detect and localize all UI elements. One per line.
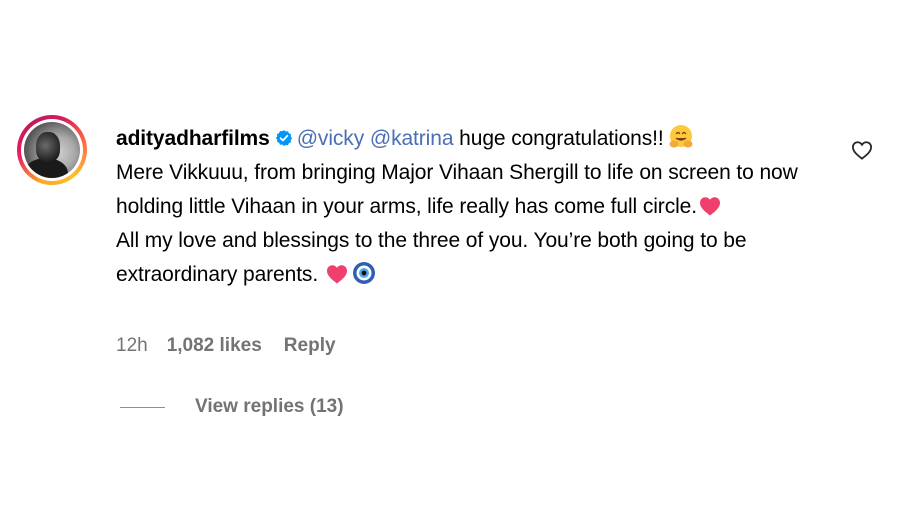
hugging-face-emoji <box>669 125 693 148</box>
avatar-image <box>24 122 80 178</box>
heart-outline-icon[interactable] <box>851 140 873 160</box>
view-replies-button[interactable]: View replies (13) <box>120 396 344 418</box>
comment-text-start: huge congratulations!! <box>453 127 664 150</box>
comment-blessing-line: All my love and blessings to the three o… <box>116 229 747 286</box>
reply-button[interactable]: Reply <box>284 333 336 359</box>
comment-meta: 12h 1,082 likes Reply <box>116 333 336 359</box>
avatar[interactable] <box>17 115 87 185</box>
replies-divider <box>120 406 165 408</box>
verified-badge-icon <box>275 130 292 146</box>
timestamp[interactable]: 12h <box>116 333 148 359</box>
nazar-amulet-emoji <box>352 262 375 284</box>
comment-text: adityadharfilms @vicky @katrina huge con… <box>116 122 831 292</box>
mention-katrina[interactable]: @katrina <box>370 127 454 150</box>
comment-body-line: Mere Vikkuuu, from bringing Major Vihaan… <box>116 161 798 218</box>
username[interactable]: adityadharfilms <box>116 127 270 150</box>
view-replies-label: View replies (13) <box>195 396 344 417</box>
likes-count[interactable]: 1,082 likes <box>167 333 262 359</box>
pink-heart-emoji <box>699 197 720 216</box>
comment: adityadharfilms @vicky @katrina huge con… <box>0 0 905 527</box>
pink-heart-emoji <box>326 265 347 284</box>
mention-vicky[interactable]: @vicky <box>297 127 364 150</box>
